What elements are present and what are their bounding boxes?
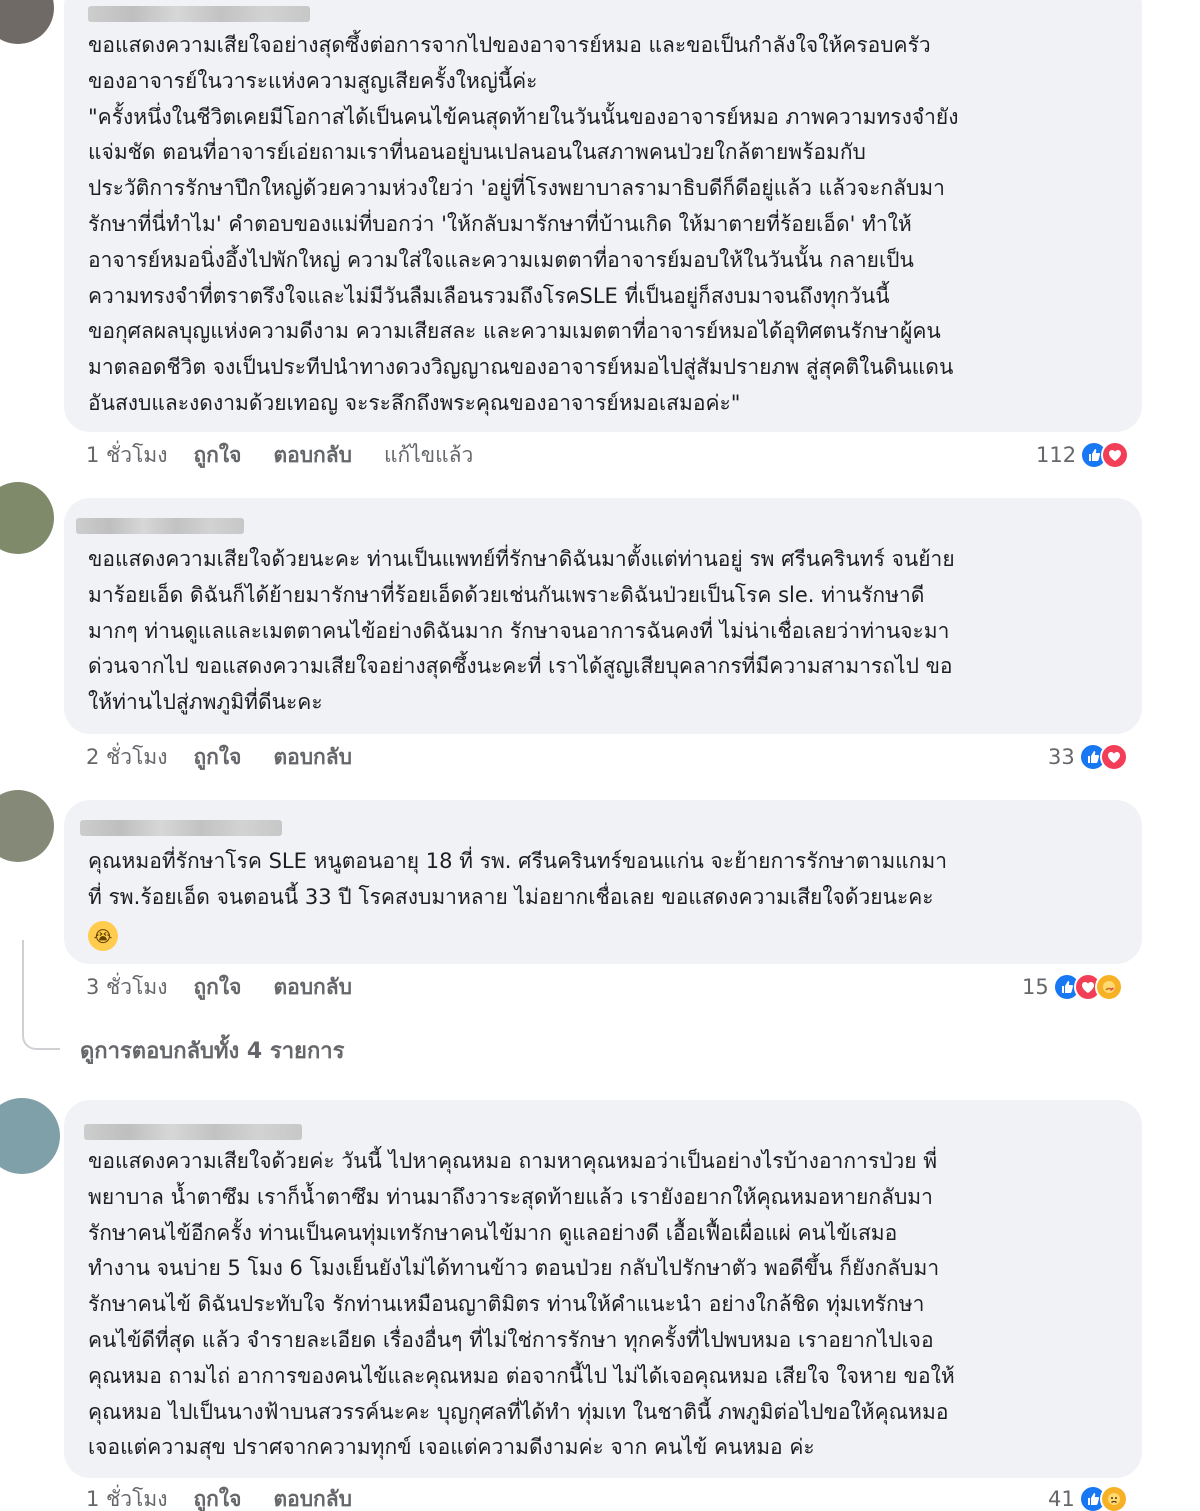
like-button[interactable]: ถูกใจ: [193, 439, 241, 472]
comment-actions: 1 ชั่วโมง ถูกใจ ตอบกลับ แก้ไขแล้ว: [86, 440, 499, 470]
like-button[interactable]: ถูกใจ: [193, 741, 241, 774]
comment-timestamp[interactable]: 2 ชั่วโมง: [86, 741, 167, 774]
reaction-count: 15: [1022, 975, 1049, 999]
comment-text: ขอแสดงความเสียใจอย่างสุดซึ้งต่อการจากไปข…: [88, 33, 959, 415]
commenter-avatar[interactable]: [0, 0, 54, 44]
comment-timestamp[interactable]: 3 ชั่วโมง: [86, 971, 167, 1004]
reaction-count: 112: [1036, 443, 1077, 467]
reply-thread-line: [22, 940, 60, 1050]
reply-button[interactable]: ตอบกลับ: [273, 971, 352, 1004]
crying-emoji-icon: 😭: [88, 921, 118, 951]
commenter-avatar[interactable]: [0, 482, 54, 554]
comment-text: คุณหมอที่รักษาโรค SLE หนูตอนอายุ 18 ที่ …: [88, 849, 948, 909]
comment-timestamp[interactable]: 1 ชั่วโมง: [86, 1483, 167, 1511]
reaction-summary[interactable]: 112: [1036, 440, 1130, 470]
comment-text: ขอแสดงความเสียใจด้วยค่ะ วันนี้ ไปหาคุณหม…: [88, 1149, 955, 1460]
love-reaction-icon: [1101, 441, 1130, 469]
like-button[interactable]: ถูกใจ: [193, 1483, 241, 1511]
comment-text: ขอแสดงความเสียใจด้วยนะคะ ท่านเป็นแพทย์ที…: [88, 547, 955, 715]
commenter-name-blurred[interactable]: [84, 1124, 302, 1140]
reaction-count: 41: [1048, 1487, 1075, 1511]
comment-actions: 2 ชั่วโมง ถูกใจ ตอบกลับ: [86, 742, 384, 772]
sad-reaction-icon: [1099, 1485, 1128, 1511]
comment-actions: 3 ชั่วโมง ถูกใจ ตอบกลับ: [86, 972, 384, 1002]
commenter-avatar[interactable]: [0, 1098, 60, 1174]
comment-actions: 1 ชั่วโมง ถูกใจ ตอบกลับ: [86, 1484, 384, 1511]
reaction-count: 33: [1048, 745, 1075, 769]
like-button[interactable]: ถูกใจ: [193, 971, 241, 1004]
love-reaction-icon: [1099, 743, 1128, 771]
commenter-name-blurred[interactable]: [80, 820, 282, 836]
reply-button[interactable]: ตอบกลับ: [273, 741, 352, 774]
comments-section: ขอแสดงความเสียใจอย่างสุดซึ้งต่อการจากไปข…: [0, 0, 1200, 1511]
reaction-summary[interactable]: 33: [1048, 742, 1128, 772]
edited-label: แก้ไขแล้ว: [383, 442, 474, 467]
commenter-name-blurred[interactable]: [88, 6, 310, 22]
reaction-summary[interactable]: 15: [1022, 972, 1123, 1002]
reaction-summary[interactable]: 41: [1048, 1484, 1128, 1511]
reply-button[interactable]: ตอบกลับ: [273, 1483, 352, 1511]
commenter-name-blurred[interactable]: [76, 518, 244, 534]
reply-button[interactable]: ตอบกลับ: [273, 439, 352, 472]
comment-timestamp[interactable]: 1 ชั่วโมง: [86, 439, 167, 472]
care-reaction-icon: [1094, 973, 1123, 1001]
commenter-avatar[interactable]: [0, 790, 54, 862]
view-all-replies-link[interactable]: ดูการตอบกลับทั้ง 4 รายการ: [80, 1033, 344, 1068]
